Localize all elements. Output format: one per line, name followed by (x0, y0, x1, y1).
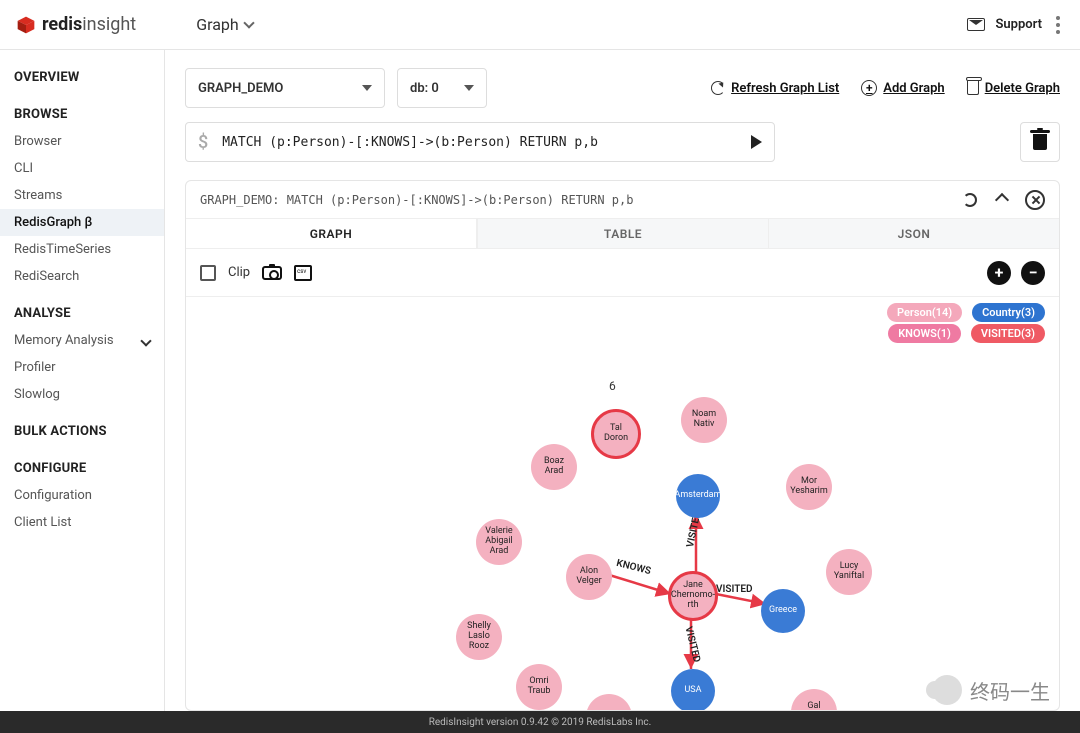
node-mor-yesharim[interactable]: Mor Yesharim (786, 464, 832, 510)
plus-circle-icon: + (861, 80, 877, 96)
node-alon-velger[interactable]: Alon Velger (566, 554, 612, 600)
breadcrumb-graph[interactable]: Graph (196, 15, 253, 34)
section-analyse: ANALYSE (0, 300, 164, 327)
graph-edges (186, 349, 1059, 710)
trash-icon (1033, 134, 1047, 150)
node-tal-doron[interactable]: Tal Doron (591, 409, 641, 459)
tab-graph[interactable]: GRAPH (186, 219, 477, 248)
collapse-button[interactable] (995, 192, 1009, 206)
node-shelly[interactable]: Shelly Laslo Rooz (456, 614, 502, 660)
db-select-value: db: 0 (410, 81, 439, 96)
tab-table[interactable]: TABLE (477, 219, 768, 248)
sidebar-item-redisearch[interactable]: RediSearch (0, 263, 164, 290)
app-logo: redisinsight (16, 14, 136, 35)
sidebar-item-memory[interactable]: Memory Analysis (0, 327, 164, 354)
dropdown-icon (464, 85, 474, 91)
node-usa[interactable]: USA (671, 669, 715, 710)
kebab-menu[interactable] (1052, 12, 1064, 38)
chevron-down-icon (243, 17, 254, 28)
support-link[interactable]: Support (995, 17, 1042, 32)
query-text[interactable]: MATCH (p:Person)-[:KNOWS]->(b:Person) RE… (222, 135, 737, 150)
node-gal[interactable]: Gal Derriere (791, 689, 837, 710)
legend-knows[interactable]: KNOWS(1) (888, 324, 961, 343)
graph-select-value: GRAPH_DEMO (198, 81, 283, 96)
sidebar-item-redisgraph[interactable]: RedisGraph β (0, 209, 164, 236)
node-greece[interactable]: Greece (761, 589, 805, 633)
breadcrumb-label: Graph (196, 15, 239, 34)
sidebar-item-configuration[interactable]: Configuration (0, 482, 164, 509)
edge-visited-2: VISITED (716, 584, 753, 595)
section-overview[interactable]: OVERVIEW (0, 64, 164, 91)
add-graph-button[interactable]: + Add Graph (861, 80, 944, 96)
redis-cube-icon (16, 15, 36, 35)
sidebar-item-browser[interactable]: Browser (0, 128, 164, 155)
clear-query-button[interactable] (1020, 122, 1060, 162)
node-omri[interactable]: Omri Traub (516, 664, 562, 710)
logo-bold: redis (42, 14, 82, 35)
clip-checkbox[interactable] (200, 265, 216, 281)
footer: RedisInsight version 0.9.42 © 2019 Redis… (0, 711, 1080, 733)
section-browse: BROWSE (0, 101, 164, 128)
sidebar-item-redistimeseries[interactable]: RedisTimeSeries (0, 236, 164, 263)
topbar: redisinsight Graph Support (0, 0, 1080, 50)
graph-select[interactable]: GRAPH_DEMO (185, 68, 385, 108)
sidebar-item-cli[interactable]: CLI (0, 155, 164, 182)
delete-graph-button[interactable]: Delete Graph (967, 81, 1060, 96)
refresh-icon (711, 81, 725, 95)
legend-person[interactable]: Person(14) (887, 303, 962, 322)
graph-canvas[interactable]: 6 KNOWS VISITED VISITED VISITED Tal Doro… (186, 349, 1059, 710)
edge-knows: KNOWS (615, 558, 652, 577)
caret-down-icon (140, 335, 151, 346)
sidebar-item-streams[interactable]: Streams (0, 182, 164, 209)
zoom-in-button[interactable]: + (987, 261, 1011, 285)
legend-visited[interactable]: VISITED(3) (971, 324, 1045, 343)
node-lucy[interactable]: Lucy Yaniftal (826, 549, 872, 595)
footer-text: RedisInsight version 0.9.42 © 2019 Redis… (429, 717, 652, 728)
close-result-button[interactable] (1025, 190, 1045, 210)
query-input-box[interactable]: $ MATCH (p:Person)-[:KNOWS]->(b:Person) … (185, 122, 775, 162)
node-valerie[interactable]: Valerie Abigail Arad (476, 519, 522, 565)
refresh-graph-list-button[interactable]: Refresh Graph List (711, 81, 839, 96)
run-query-button[interactable] (751, 135, 762, 149)
lonely-node-label: 6 (609, 379, 616, 393)
envelope-icon (967, 18, 985, 31)
tab-json[interactable]: JSON (768, 219, 1059, 248)
result-title: GRAPH_DEMO: MATCH (p:Person)-[:KNOWS]->(… (200, 193, 633, 207)
export-button[interactable] (294, 265, 312, 281)
refresh-result-button[interactable] (961, 191, 979, 209)
node-ori[interactable]: Ori Laslo (586, 694, 632, 710)
result-panel: GRAPH_DEMO: MATCH (p:Person)-[:KNOWS]->(… (185, 180, 1060, 711)
dropdown-icon (362, 85, 372, 91)
sidebar-item-clientlist[interactable]: Client List (0, 509, 164, 536)
logo-light: insight (82, 14, 136, 35)
edge-visited-3: VISITED (683, 625, 703, 663)
clip-label: Clip (228, 265, 250, 280)
prompt-icon: $ (198, 132, 208, 153)
db-select[interactable]: db: 0 (397, 68, 487, 108)
section-bulk: BULK ACTIONS (0, 418, 164, 445)
sidebar-item-slowlog[interactable]: Slowlog (0, 381, 164, 408)
main-panel: GRAPH_DEMO db: 0 Refresh Graph List + Ad… (165, 50, 1080, 711)
screenshot-button[interactable] (262, 266, 282, 280)
zoom-out-button[interactable]: − (1021, 261, 1045, 285)
node-noam-nativ[interactable]: Noam Nativ (681, 397, 727, 443)
trash-icon (967, 81, 979, 95)
result-tabs: GRAPH TABLE JSON (186, 219, 1059, 249)
section-configure: CONFIGURE (0, 455, 164, 482)
node-amsterdam[interactable]: Amsterdam (676, 474, 720, 518)
node-boaz-arad[interactable]: Boaz Arad (531, 444, 577, 490)
node-jane[interactable]: Jane Chernomo-rth (668, 571, 718, 621)
sidebar-item-profiler[interactable]: Profiler (0, 354, 164, 381)
sidebar: OVERVIEW BROWSE Browser CLI Streams Redi… (0, 50, 165, 711)
legend-country[interactable]: Country(3) (972, 303, 1045, 322)
